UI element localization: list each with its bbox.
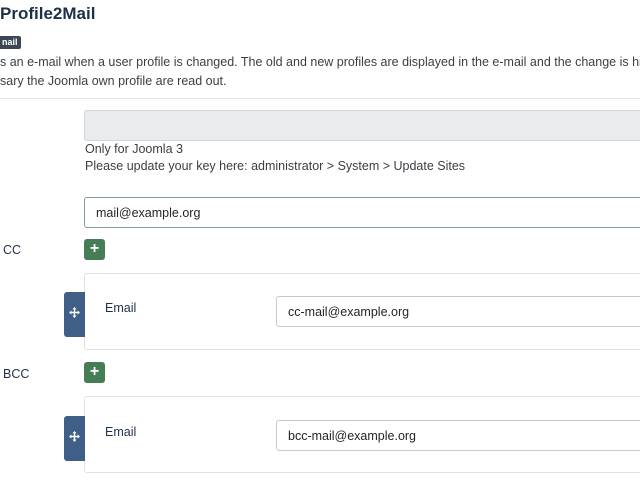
bcc-email-input[interactable] — [276, 420, 640, 451]
plugin-description: s an e-mail when a user profile is chang… — [0, 53, 640, 91]
section-divider — [0, 98, 640, 99]
cc-label: CC — [3, 243, 22, 257]
page-title: Profile2Mail — [0, 4, 96, 23]
add-bcc-button[interactable]: + — [84, 362, 105, 383]
add-cc-button[interactable]: + — [84, 239, 105, 260]
bcc-label: BCC — [3, 367, 30, 381]
description-line-2: sary the Joomla own profile are read out… — [0, 74, 227, 88]
plus-icon: + — [89, 363, 100, 380]
key-hint-update-sites: Please update your key here: administrat… — [85, 159, 466, 173]
plus-icon: + — [89, 240, 100, 257]
description-line-1: s an e-mail when a user profile is chang… — [0, 55, 640, 69]
mail-recipient-input[interactable] — [84, 197, 640, 228]
move-icon — [69, 307, 80, 318]
download-key-input[interactable] — [84, 110, 640, 141]
cc-drag-handle[interactable] — [64, 292, 85, 337]
cc-email-label: Email — [105, 301, 137, 315]
cc-email-input[interactable] — [276, 296, 640, 327]
move-icon — [69, 431, 80, 442]
key-hint-joomla-version: Only for Joomla 3 — [85, 142, 183, 156]
bcc-drag-handle[interactable] — [64, 416, 85, 461]
bcc-email-label: Email — [105, 425, 137, 439]
type-badge: nail — [0, 36, 21, 49]
